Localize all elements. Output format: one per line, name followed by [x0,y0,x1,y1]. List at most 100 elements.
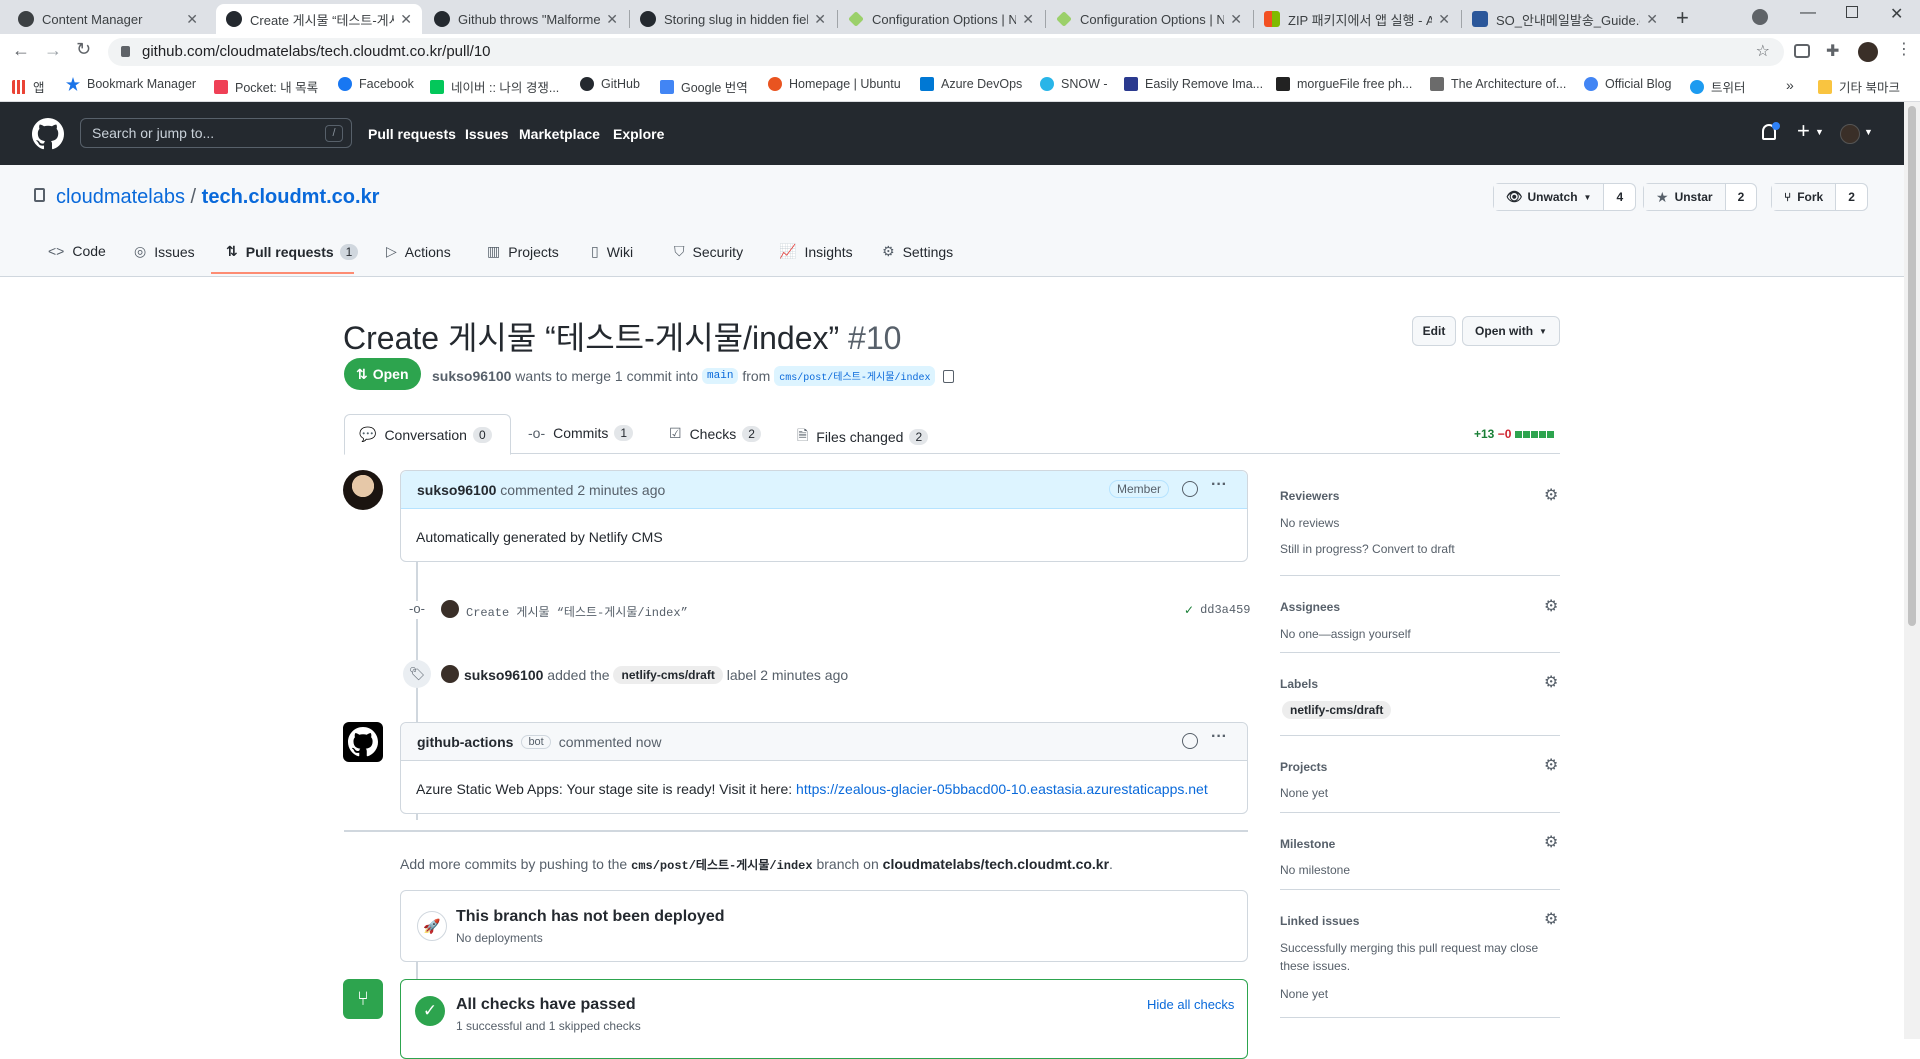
close-tab-icon[interactable]: ✕ [1022,11,1034,28]
nav-pull-requests[interactable]: Pull requests [368,126,456,142]
browser-tab[interactable]: ZIP 패키지에서 앱 실행 - Az ✕ [1254,4,1460,34]
bookmark-item[interactable]: Homepage | Ubuntu [768,77,901,91]
minimize-icon[interactable]: — [1800,4,1816,22]
actor-link[interactable]: sukso96100 [464,667,543,683]
bookmark-item[interactable]: SNOW - [1040,77,1108,91]
avatar[interactable] [343,470,383,510]
fork-button[interactable]: ⑂ Fork 2 [1771,183,1868,211]
base-branch[interactable]: main [702,368,739,384]
extensions-icon[interactable]: ✚ [1826,41,1839,61]
assignees-heading[interactable]: Assignees [1280,600,1340,614]
gear-icon[interactable]: ⚙ [1544,758,1560,774]
bookmarks-overflow-button[interactable]: » [1786,77,1794,93]
close-tab-icon[interactable]: ✕ [186,11,198,28]
tab-actions[interactable]: ▷ Actions [386,243,451,260]
tab-insights[interactable]: 📈 Insights [779,243,853,260]
comment-time[interactable]: commented 2 minutes ago [500,482,665,498]
nav-issues[interactable]: Issues [465,126,509,142]
convert-to-draft-text[interactable]: Still in progress? Convert to draft [1280,542,1455,556]
tab-issues[interactable]: ◎ Issues [134,243,195,260]
browser-tab[interactable]: Github throws "Malformed ✕ [424,4,628,34]
hide-checks-link[interactable]: Hide all checks [1147,997,1234,1012]
browser-tab[interactable]: Configuration Options | N ✕ [838,4,1044,34]
profile-avatar[interactable] [1858,42,1878,62]
comment-time[interactable]: commented now [559,734,662,750]
repo-owner-link[interactable]: cloudmatelabs [56,186,185,208]
gear-icon[interactable]: ⚙ [1544,488,1560,504]
github-logo-icon[interactable] [32,118,64,150]
forward-icon[interactable]: → [44,40,62,61]
create-new-icon[interactable]: + [1797,118,1810,144]
gear-icon[interactable]: ⚙ [1544,599,1560,615]
labels-heading[interactable]: Labels [1280,677,1318,691]
tab-search-icon[interactable] [1752,9,1768,25]
close-tab-icon[interactable]: ✕ [1230,11,1242,28]
close-window-icon[interactable]: ✕ [1890,4,1903,24]
fork-count[interactable]: 2 [1836,184,1867,210]
bookmark-item[interactable]: Easily Remove Ima... [1124,77,1263,91]
bookmark-item[interactable]: Official Blog [1584,77,1671,91]
smiley-icon[interactable] [1182,481,1198,497]
tab-settings[interactable]: ⚙ Settings [882,243,953,260]
browser-tab[interactable]: Storing slug in hidden field ✕ [630,4,836,34]
gear-icon[interactable]: ⚙ [1544,912,1560,928]
label-pill[interactable]: netlify-cms/draft [1282,701,1392,719]
smiley-icon[interactable] [1182,733,1198,749]
kebab-menu-icon[interactable]: ··· [1211,728,1227,746]
avatar[interactable] [441,600,459,618]
close-tab-icon[interactable]: ✕ [1438,11,1450,28]
page-scrollbar[interactable] [1904,102,1920,1039]
tab-security[interactable]: ⛉ Security [674,243,743,260]
unstar-button[interactable]: ★ Unstar 2 [1643,183,1758,211]
commit-sha[interactable]: dd3a459 [1200,603,1250,617]
bookmark-item[interactable]: Pocket: 내 목록 [214,77,318,96]
gear-icon[interactable]: ⚙ [1544,675,1560,691]
tab-checks[interactable]: ☑ Checks 2 [669,425,761,442]
gear-icon[interactable]: ⚙ [1544,835,1560,851]
bookmark-apps[interactable]: 앱 [12,77,45,96]
tab-conversation[interactable]: 💬 Conversation 0 [344,414,511,455]
chrome-menu-icon[interactable]: ⋮ [1896,39,1912,59]
reload-icon[interactable]: ↻ [76,39,91,60]
star-count[interactable]: 2 [1725,184,1757,210]
label-pill[interactable]: netlify-cms/draft [613,666,723,684]
pocket-extension-icon[interactable] [1794,44,1810,58]
watch-count[interactable]: 4 [1604,184,1636,210]
bookmark-item[interactable]: 트위터 [1690,77,1746,96]
repo-name-link[interactable]: tech.cloudmt.co.kr [202,186,380,208]
browser-tab[interactable]: Content Manager ✕ [8,4,208,34]
reviewers-heading[interactable]: Reviewers [1280,489,1339,503]
new-tab-button[interactable]: + [1676,5,1689,31]
bookmark-item[interactable]: Google 번역 [660,77,748,96]
milestone-heading[interactable]: Milestone [1280,837,1335,851]
avatar[interactable] [441,665,459,683]
tab-wiki[interactable]: ▯ Wiki [591,243,633,260]
close-tab-icon[interactable]: ✕ [400,11,412,28]
bookmark-item[interactable]: 네이버 :: 나의 경쟁... [430,77,559,96]
tab-code[interactable]: <> Code [48,243,106,259]
restore-icon[interactable] [1846,6,1858,18]
tab-pull-requests[interactable]: ⇅ Pull requests 1 [226,243,359,260]
author-link[interactable]: sukso96100 [432,368,511,384]
bookmark-item[interactable]: The Architecture of... [1430,77,1566,91]
back-icon[interactable]: ← [12,40,30,61]
tab-projects[interactable]: ▥ Projects [487,243,559,260]
bookmark-star-icon[interactable]: ☆ [1756,38,1770,66]
commit-message[interactable]: Create 게시물 “테스트-게시물/index” [466,603,688,620]
url-input[interactable]: github.com/cloudmatelabs/tech.cloudmt.co… [108,38,1784,66]
close-tab-icon[interactable]: ✕ [1646,11,1658,28]
open-with-button[interactable]: Open with ▼ [1462,316,1560,346]
bookmark-item[interactable]: Facebook [338,77,414,91]
unwatch-button[interactable]: 👁 Unwatch ▼ 4 [1493,183,1637,211]
copy-icon[interactable] [943,369,955,383]
nav-explore[interactable]: Explore [613,126,664,142]
edit-title-button[interactable]: Edit [1412,316,1456,346]
bookmark-item[interactable]: Bookmark Manager [66,77,196,91]
close-tab-icon[interactable]: ✕ [814,11,826,28]
bookmark-item[interactable]: morgueFile free ph... [1276,77,1412,91]
head-branch[interactable]: cms/post/테스트-게시물/index [774,366,936,386]
linked-issues-heading[interactable]: Linked issues [1280,914,1359,928]
bookmark-item[interactable]: Azure DevOps [920,77,1022,91]
github-actions-avatar[interactable] [343,722,383,762]
browser-tab[interactable]: Configuration Options | N ✕ [1046,4,1252,34]
